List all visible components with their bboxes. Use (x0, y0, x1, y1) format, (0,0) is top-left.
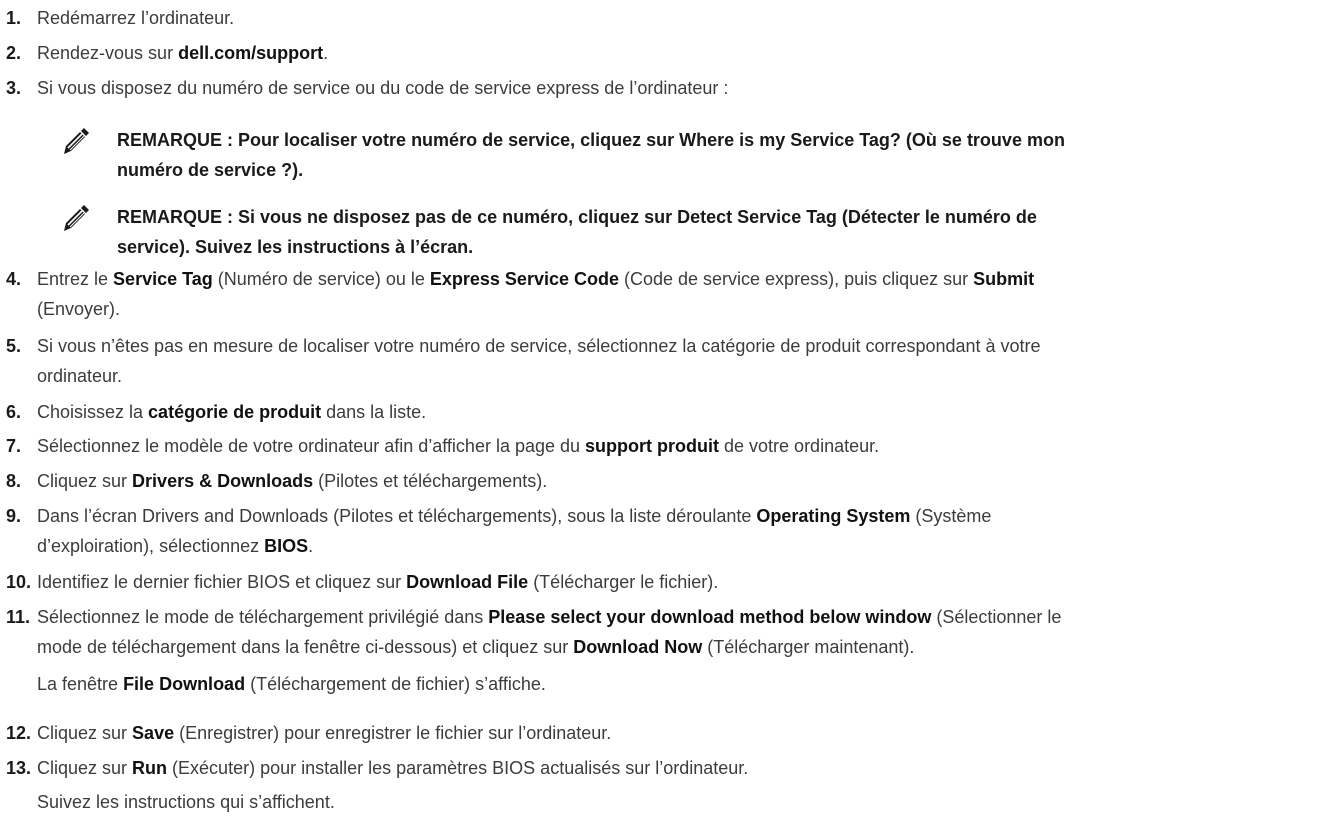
step-number: 10. (6, 572, 32, 592)
text-segment: d’exploiration), sélectionnez (37, 536, 265, 556)
step-number: 4. (6, 269, 22, 289)
text-segment: La fenêtre (37, 674, 124, 694)
step-13-result: Suivez les instructions qui s’affichent. (37, 792, 335, 812)
text-segment: (Numéro de service) ou le (212, 269, 430, 289)
step-text: Dans l’écran Drivers and Downloads (Pilo… (37, 501, 1324, 561)
ui-term: Operating System (756, 506, 911, 526)
text-segment: Si vous n’êtes pas en mesure de localise… (37, 336, 1041, 356)
note-text: REMARQUE : Pour localiser votre numéro d… (117, 125, 1065, 185)
step-text: Cliquez sur Run (Exécuter) pour installe… (37, 753, 1324, 783)
note-pencil-icon (64, 205, 89, 231)
note-line: numéro de service ?). (117, 160, 304, 180)
step-text: Sélectionnez le modèle de votre ordinate… (37, 431, 1324, 461)
text-segment: . (308, 536, 314, 556)
step-text: Sélectionnez le mode de téléchargement p… (37, 602, 1324, 662)
ui-term: catégorie de produit (148, 402, 322, 422)
step-text: Cliquez sur Drivers & Downloads (Pilotes… (37, 466, 1324, 496)
step-text: Si vous disposez du numéro de service ou… (37, 78, 729, 98)
support-link[interactable]: dell.com/support (178, 43, 323, 63)
step-number: 13. (6, 758, 32, 778)
text-segment: (Système (910, 506, 992, 526)
step-text: Identifiez le dernier fichier BIOS et cl… (37, 567, 1324, 597)
note-line: REMARQUE : Pour localiser votre numéro d… (117, 130, 1065, 150)
text-segment: (Envoyer). (37, 299, 121, 319)
text-segment: Rendez-vous sur (37, 43, 179, 63)
text-segment: Cliquez sur (37, 758, 133, 778)
note-line: REMARQUE : Si vous ne disposez pas de ce… (117, 207, 1037, 227)
step-text: Entrez le Service Tag (Numéro de service… (37, 264, 1324, 324)
text-segment: Cliquez sur (37, 723, 133, 743)
ui-term: Express Service Code (429, 269, 619, 289)
note-pencil-icon (64, 128, 89, 154)
step-text: Cliquez sur Save (Enregistrer) pour enre… (37, 718, 1324, 748)
text-segment: (Télécharger maintenant). (702, 637, 915, 657)
step-text: Si vous n’êtes pas en mesure de localise… (37, 331, 1324, 391)
text-segment: (Enregistrer) pour enregistrer le fichie… (174, 723, 612, 743)
text-segment: de votre ordinateur. (719, 436, 880, 456)
ui-term: Please select your download method below… (488, 607, 932, 627)
ui-term: BIOS (264, 536, 309, 556)
step-number: 8. (6, 471, 22, 491)
step-text: Redémarrez l’ordinateur. (37, 8, 235, 28)
ui-term: Save (132, 723, 175, 743)
ui-term: Download File (406, 572, 529, 592)
text-segment: Sélectionnez le mode de téléchargement p… (37, 607, 489, 627)
ui-term: Drivers & Downloads (132, 471, 314, 491)
ui-term: Run (132, 758, 168, 778)
step-text: Choisissez la catégorie de produit dans … (37, 397, 1324, 427)
ui-term: Service Tag (113, 269, 213, 289)
text-segment: Dans l’écran Drivers and Downloads (Pilo… (37, 506, 757, 526)
step-11-result: La fenêtre File Download (Téléchargement… (37, 669, 546, 699)
step-number: 3. (6, 78, 22, 98)
step-number: 11. (6, 607, 31, 627)
note-text: REMARQUE : Si vous ne disposez pas de ce… (117, 202, 1037, 262)
text-segment: (Pilotes et téléchargements). (313, 471, 548, 491)
text-segment: Entrez le (37, 269, 114, 289)
step-number: 7. (6, 436, 22, 456)
text-segment: Choisissez la (37, 402, 149, 422)
text-segment: (Télécharger le fichier). (528, 572, 719, 592)
ui-term: Download Now (573, 637, 703, 657)
text-segment: ordinateur. (37, 366, 123, 386)
step-number: 2. (6, 43, 22, 63)
text-segment: mode de téléchargement dans la fenêtre c… (37, 637, 574, 657)
step-text: Rendez-vous sur dell.com/support. (37, 38, 1324, 68)
text-segment: (Code de service express), puis cliquez … (618, 269, 974, 289)
text-segment: (Téléchargement de fichier) s’affiche. (245, 674, 546, 694)
ui-term: Submit (973, 269, 1035, 289)
text-segment: (Exécuter) pour installer les paramètres… (167, 758, 749, 778)
text-segment: Identifiez le dernier fichier BIOS et cl… (37, 572, 407, 592)
step-number: 5. (6, 336, 22, 356)
step-number: 12. (6, 723, 32, 743)
text-segment: (Sélectionner le (931, 607, 1062, 627)
ui-term: support produit (585, 436, 720, 456)
ui-term: File Download (123, 674, 246, 694)
step-number: 9. (6, 506, 22, 526)
text-segment: Sélectionnez le modèle de votre ordinate… (37, 436, 586, 456)
text-segment: dans la liste. (321, 402, 427, 422)
text-segment: . (323, 43, 329, 63)
text-segment: Cliquez sur (37, 471, 133, 491)
step-number: 6. (6, 402, 22, 422)
note-line: service). Suivez les instructions à l’éc… (117, 237, 474, 257)
step-number: 1. (6, 8, 22, 28)
